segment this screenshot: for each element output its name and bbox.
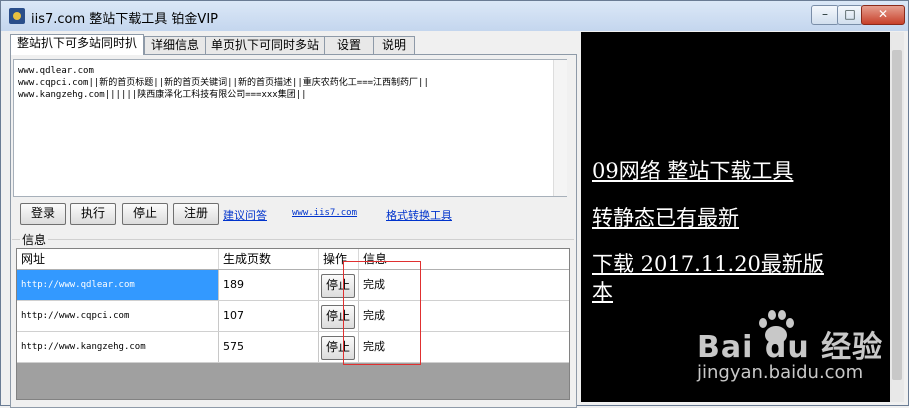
execute-button[interactable]: 执行 [70,203,116,225]
watermark-url: jingyan.baidu.com [697,362,864,383]
cell-url[interactable]: http://www.cqpci.com [17,301,219,331]
row-stop-button[interactable]: 停止 [321,274,355,298]
cell-pages: 107 [219,301,319,331]
site-list-scrollbar[interactable] [553,60,567,196]
tab-whole-site[interactable]: 整站扒下可多站同时扒 [10,34,144,55]
tab-settings[interactable]: 设置 [324,36,374,54]
col-info[interactable]: 信息 [359,249,569,269]
cell-pages: 575 [219,332,319,362]
site-list-input[interactable]: www.qdlear.com www.cqpci.com||新的首页标题||新的… [13,59,567,197]
cell-url[interactable]: http://www.kangzehg.com [17,332,219,362]
row-stop-button[interactable]: 停止 [321,305,355,329]
cell-pages: 189 [219,270,319,300]
close-button[interactable]: ✕ [861,5,905,25]
window-title: iis7.com 整站下载工具 铂金VIP [31,12,218,27]
login-button[interactable]: 登录 [20,203,66,225]
table-row[interactable]: http://www.cqpci.com 107 停止 完成 [17,301,569,332]
ad-line-title[interactable]: 09网络 整站下载工具 [592,157,793,185]
info-group-divider [12,239,574,240]
grid-header: 网址 生成页数 操作 信息 [17,249,569,270]
ad-line-download-cont[interactable]: 本 [592,278,613,306]
suggest-link[interactable]: 建议问答 [223,207,267,223]
cell-info: 完成 [363,309,385,322]
convert-tool-link[interactable]: 格式转换工具 [386,207,452,223]
minimize-button[interactable]: – [811,5,839,25]
cell-info: 完成 [363,340,385,353]
app-icon [9,8,25,24]
watermark-logo: Bai du 经验 [697,330,884,365]
cell-info: 完成 [363,278,385,291]
ad-line-download[interactable]: 下载 2017.11.20最新版 [592,250,824,278]
ad-scrollbar[interactable] [890,32,904,402]
info-group-label: 信息 [20,231,49,248]
row-stop-button[interactable]: 停止 [321,336,355,360]
title-bar[interactable]: iis7.com 整站下载工具 铂金VIP – □ ✕ [1,1,908,31]
ad-line-static[interactable]: 转静态已有最新 [592,204,739,232]
tab-single-page[interactable]: 单页扒下可同时多站 [205,36,325,54]
ad-scroll-thumb[interactable] [892,50,902,380]
tab-details[interactable]: 详细信息 [144,36,206,54]
table-row[interactable]: http://www.kangzehg.com 575 停止 完成 [17,332,569,363]
task-grid: 网址 生成页数 操作 信息 http://www.qdlear.com 189 … [16,248,570,400]
cell-url[interactable]: http://www.qdlear.com [17,270,219,300]
register-button[interactable]: 注册 [173,203,219,225]
col-pages[interactable]: 生成页数 [219,249,319,269]
table-row[interactable]: http://www.qdlear.com 189 停止 完成 [17,270,569,301]
col-action[interactable]: 操作 [319,249,359,269]
col-url[interactable]: 网址 [17,249,219,269]
site-link[interactable]: www.iis7.com [292,208,357,218]
tab-help[interactable]: 说明 [373,36,415,54]
stop-button[interactable]: 停止 [122,203,168,225]
maximize-button[interactable]: □ [837,5,863,25]
